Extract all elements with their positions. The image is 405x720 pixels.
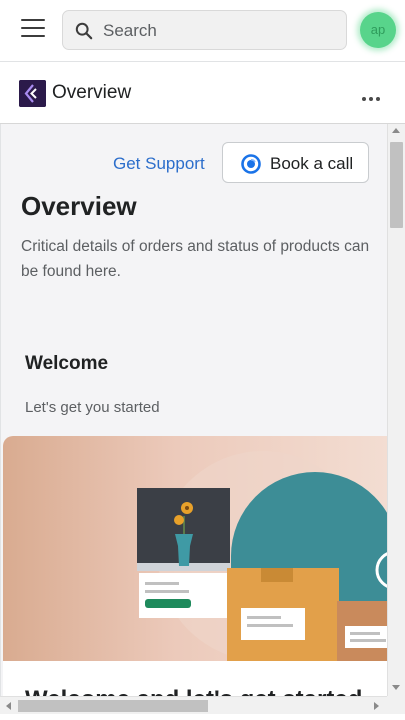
page-description: Critical details of orders and status of…: [21, 238, 370, 280]
scroll-left-icon[interactable]: [6, 702, 11, 710]
card-heading: Welcome and let's get started: [25, 686, 362, 696]
get-support-link[interactable]: Get Support: [113, 154, 205, 174]
hamburger-menu-icon[interactable]: [21, 19, 45, 41]
scroll-down-icon[interactable]: [392, 685, 400, 690]
search-icon: [75, 22, 93, 40]
vertical-scroll-thumb[interactable]: [390, 142, 403, 228]
main-content: Get Support Book a call Overview Critica…: [0, 124, 387, 696]
search-box[interactable]: [62, 10, 347, 50]
welcome-heading: Welcome: [25, 353, 109, 374]
book-a-call-label: Book a call: [270, 154, 354, 173]
page-title: Overview: [21, 191, 137, 221]
search-input[interactable]: [103, 19, 333, 43]
welcome-card: Welcome and let's get started: [3, 436, 387, 696]
scroll-up-icon[interactable]: [392, 128, 400, 133]
horizontal-scrollbar[interactable]: [0, 696, 387, 714]
app-logo-icon: [19, 80, 46, 107]
avatar[interactable]: ap: [360, 12, 396, 48]
page-name: Overview: [52, 82, 132, 103]
scrollbar-corner: [387, 696, 405, 714]
bottom-strip: [0, 714, 405, 720]
more-horizontal-icon[interactable]: [362, 88, 390, 101]
welcome-illustration: [3, 436, 387, 661]
page-header: Overview: [0, 62, 405, 124]
top-bar: ap: [0, 0, 405, 62]
book-a-call-button[interactable]: Book a call: [222, 142, 369, 183]
vertical-scrollbar[interactable]: [387, 124, 405, 696]
horizontal-scroll-thumb[interactable]: [18, 700, 208, 712]
scroll-right-icon[interactable]: [374, 702, 379, 710]
calendly-icon: [241, 154, 261, 174]
welcome-subtitle: Let's get you started: [25, 399, 160, 416]
